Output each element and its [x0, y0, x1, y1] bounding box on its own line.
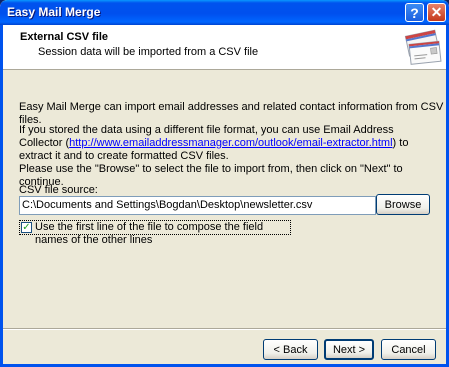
back-button[interactable]: < Back	[263, 339, 318, 360]
csv-source-input[interactable]: C:\Documents and Settings\Bogdan\Desktop…	[19, 196, 376, 215]
help-button[interactable]: ?	[405, 3, 424, 22]
use-first-line-label: Use the first line of the file to compos…	[35, 221, 264, 246]
csv-source-label: CSV file source:	[19, 184, 98, 196]
checkmark-icon: ✓	[22, 222, 31, 233]
cancel-button[interactable]: Cancel	[381, 339, 436, 360]
footer-divider	[3, 328, 446, 330]
wizard-header: External CSV file Session data will be i…	[3, 25, 446, 70]
envelopes-icon	[404, 29, 442, 65]
browse-button[interactable]: Browse	[376, 194, 430, 215]
email-extractor-link[interactable]: http://www.emailaddressmanager.com/outlo…	[69, 137, 392, 149]
page-title: External CSV file	[20, 31, 109, 43]
wizard-window: Easy Mail Merge ? ✕ External CSV file Se…	[0, 0, 449, 367]
use-first-line-option[interactable]: ✓ Use the first line of the file to comp…	[19, 220, 291, 246]
title-bar[interactable]: Easy Mail Merge ? ✕	[0, 0, 449, 25]
use-first-line-checkbox[interactable]: ✓	[21, 222, 32, 233]
help-icon: ?	[410, 4, 419, 21]
window-title: Easy Mail Merge	[7, 5, 101, 19]
window-frame-left	[0, 25, 3, 367]
close-button[interactable]: ✕	[427, 3, 446, 22]
close-icon: ✕	[430, 4, 443, 20]
page-subtitle: Session data will be imported from a CSV…	[38, 46, 259, 58]
next-button[interactable]: Next >	[324, 339, 374, 360]
collector-text: If you stored the data using a different…	[19, 124, 431, 163]
